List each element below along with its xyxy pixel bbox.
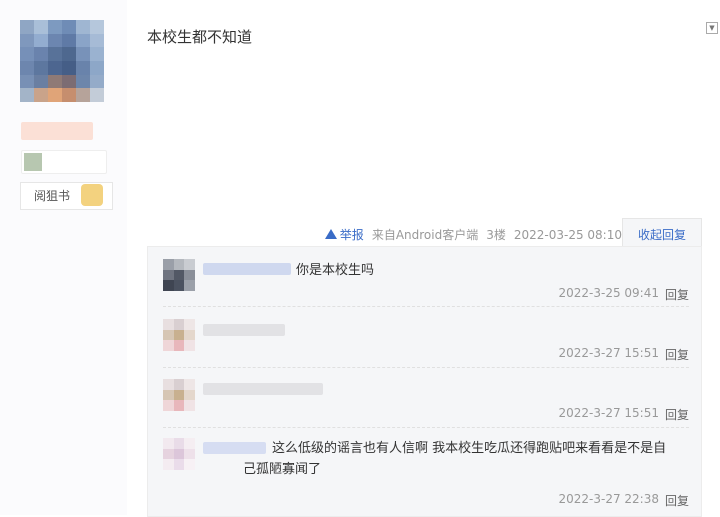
reply-button[interactable]: 回复 xyxy=(665,346,689,363)
post-source: 来自Android客户端 xyxy=(371,228,479,242)
post-floor: 3楼 xyxy=(486,228,506,242)
reply-avatar[interactable] xyxy=(163,438,195,470)
reply-content-line: 己孤陋寡闻了 xyxy=(243,462,322,477)
reply-item: 2022-3-27 15:51 回复 xyxy=(148,307,701,367)
report-link[interactable]: 举报 xyxy=(324,226,364,243)
reply-username-blurred[interactable] xyxy=(203,324,285,336)
reply-username-blurred[interactable] xyxy=(203,383,323,395)
reply-avatar[interactable] xyxy=(163,319,195,351)
author-name-blurred[interactable] xyxy=(21,122,93,140)
reply-item: 你是本校生吗 2022-3-25 09:41 回复 xyxy=(148,247,701,309)
reply-item: 这么低级的谣言也有人信啊 我本校生吃瓜还得跑贴吧来看看是不是自 己孤陋寡闻了 2… xyxy=(148,428,701,514)
reply-avatar[interactable] xyxy=(163,259,195,291)
warning-icon xyxy=(324,228,337,239)
chevron-down-icon[interactable]: ▼ xyxy=(706,22,718,34)
reply-meta: 2022-3-27 22:38 回复 xyxy=(558,492,689,509)
reply-item: 2022-3-27 15:51 回复 xyxy=(148,367,701,427)
post-meta-bar: 举报 来自Android客户端 3楼 2022-03-25 08:10 xyxy=(324,226,622,243)
reply-content: 你是本校生吗 xyxy=(296,263,375,278)
replies-panel: 你是本校生吗 2022-3-25 09:41 回复 2022-3-27 15:5… xyxy=(147,246,702,517)
post-datetime: 2022-03-25 08:10 xyxy=(513,227,622,242)
badge-icon xyxy=(81,184,103,206)
reply-content-line: 这么低级的谣言也有人信啊 我本校生吃瓜还得跑贴吧来看看是不是自 xyxy=(272,441,667,456)
badge-text: 阅狙书 xyxy=(34,189,71,203)
reply-content: 这么低级的谣言也有人信啊 我本校生吃瓜还得跑贴吧来看看是不是自 己孤陋寡闻了 xyxy=(243,438,692,480)
reply-avatar[interactable] xyxy=(163,379,195,411)
reply-username-blurred[interactable] xyxy=(203,442,266,454)
author-avatar[interactable] xyxy=(20,20,104,102)
author-column: 阅狙书 xyxy=(0,0,127,515)
author-level-blurred xyxy=(21,150,107,174)
reply-meta: 2022-3-27 15:51 回复 xyxy=(558,406,689,423)
reply-time: 2022-3-27 15:51 xyxy=(558,406,659,420)
report-label: 举报 xyxy=(339,228,364,242)
post-content: 本校生都不知道 xyxy=(147,28,253,46)
reply-meta: 2022-3-25 09:41 回复 xyxy=(558,286,689,303)
collapse-replies-button[interactable]: 收起回复 xyxy=(622,218,702,249)
reply-button[interactable]: 回复 xyxy=(665,286,689,303)
reply-time: 2022-3-25 09:41 xyxy=(558,286,659,300)
reply-username-blurred[interactable] xyxy=(203,263,291,275)
reply-button[interactable]: 回复 xyxy=(665,406,689,423)
author-badge[interactable]: 阅狙书 xyxy=(20,182,113,210)
reply-meta: 2022-3-27 15:51 回复 xyxy=(558,346,689,363)
reply-time: 2022-3-27 15:51 xyxy=(558,346,659,360)
reply-button[interactable]: 回复 xyxy=(665,492,689,509)
reply-time: 2022-3-27 22:38 xyxy=(558,492,659,506)
